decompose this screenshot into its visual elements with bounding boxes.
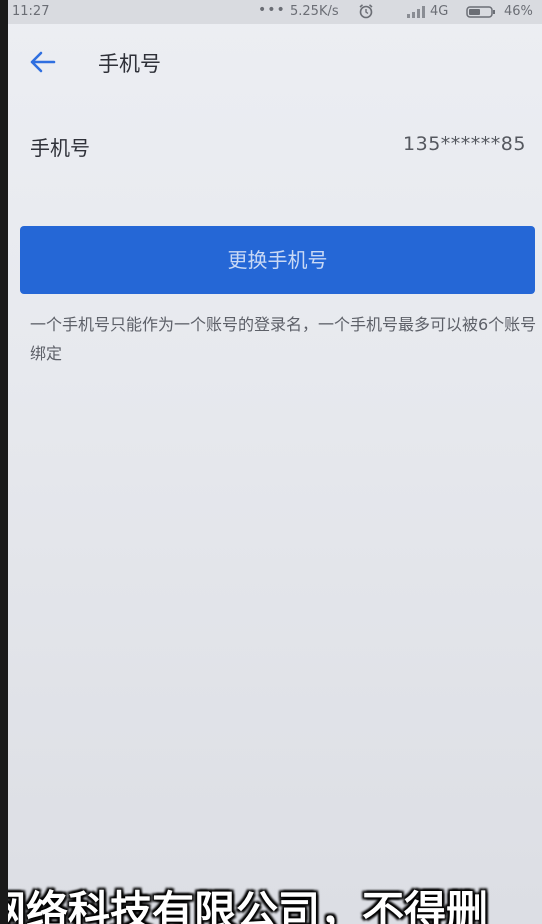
status-time: 11:27 (12, 4, 50, 19)
status-network-speed: 5.25K/s (290, 4, 339, 19)
page-title: 手机号 (98, 52, 161, 76)
alarm-icon (359, 4, 373, 19)
page-header: 手机号 (8, 24, 542, 100)
back-arrow-icon (30, 51, 56, 73)
phone-screen: 11:27 ••• 5.25K/s 4G 46% 手机号 手机号 135****… (8, 0, 542, 924)
phone-number-label: 手机号 (30, 136, 90, 160)
binding-note: 一个手机号只能作为一个账号的登录名，一个手机号最多可以被6个账号绑定 (30, 315, 537, 363)
signal-icon (407, 6, 425, 18)
status-bar: 11:27 ••• 5.25K/s 4G 46% (8, 0, 542, 24)
battery-icon (466, 6, 495, 18)
status-battery-percent: 46% (504, 4, 533, 19)
phone-number-value: 135******85 (403, 133, 526, 155)
phone-number-row: 手机号 135******85 (8, 112, 542, 178)
video-watermark-caption: 网络科技有限公司，不得删 (8, 887, 489, 924)
back-button[interactable] (24, 46, 60, 78)
status-network-type: 4G (430, 4, 449, 19)
status-more-dots: ••• (258, 2, 286, 18)
change-phone-button[interactable]: 更换手机号 (20, 226, 535, 294)
